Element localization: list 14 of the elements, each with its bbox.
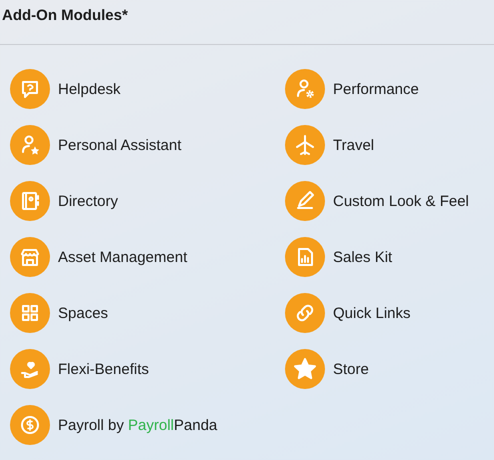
module-label[interactable]: Helpdesk (58, 80, 121, 98)
module-label[interactable]: Custom Look & Feel (333, 192, 469, 210)
module-label[interactable]: Personal Assistant (58, 136, 182, 154)
module-label[interactable]: Performance (333, 80, 419, 98)
module-label[interactable]: Quick Links (333, 304, 411, 322)
section-title: Add-On Modules* (1, 6, 129, 26)
module-label[interactable]: Spaces (58, 304, 108, 322)
module-label[interactable]: Directory (58, 192, 118, 210)
module-label[interactable]: Travel (333, 136, 374, 154)
module-label[interactable]: Asset Management (58, 248, 188, 266)
module-label[interactable]: Payroll by PayrollPanda (58, 416, 218, 434)
module-label[interactable]: Store (333, 360, 369, 378)
module-label[interactable]: Flexi-Benefits (58, 360, 149, 378)
module-label[interactable]: Sales Kit (333, 248, 392, 266)
